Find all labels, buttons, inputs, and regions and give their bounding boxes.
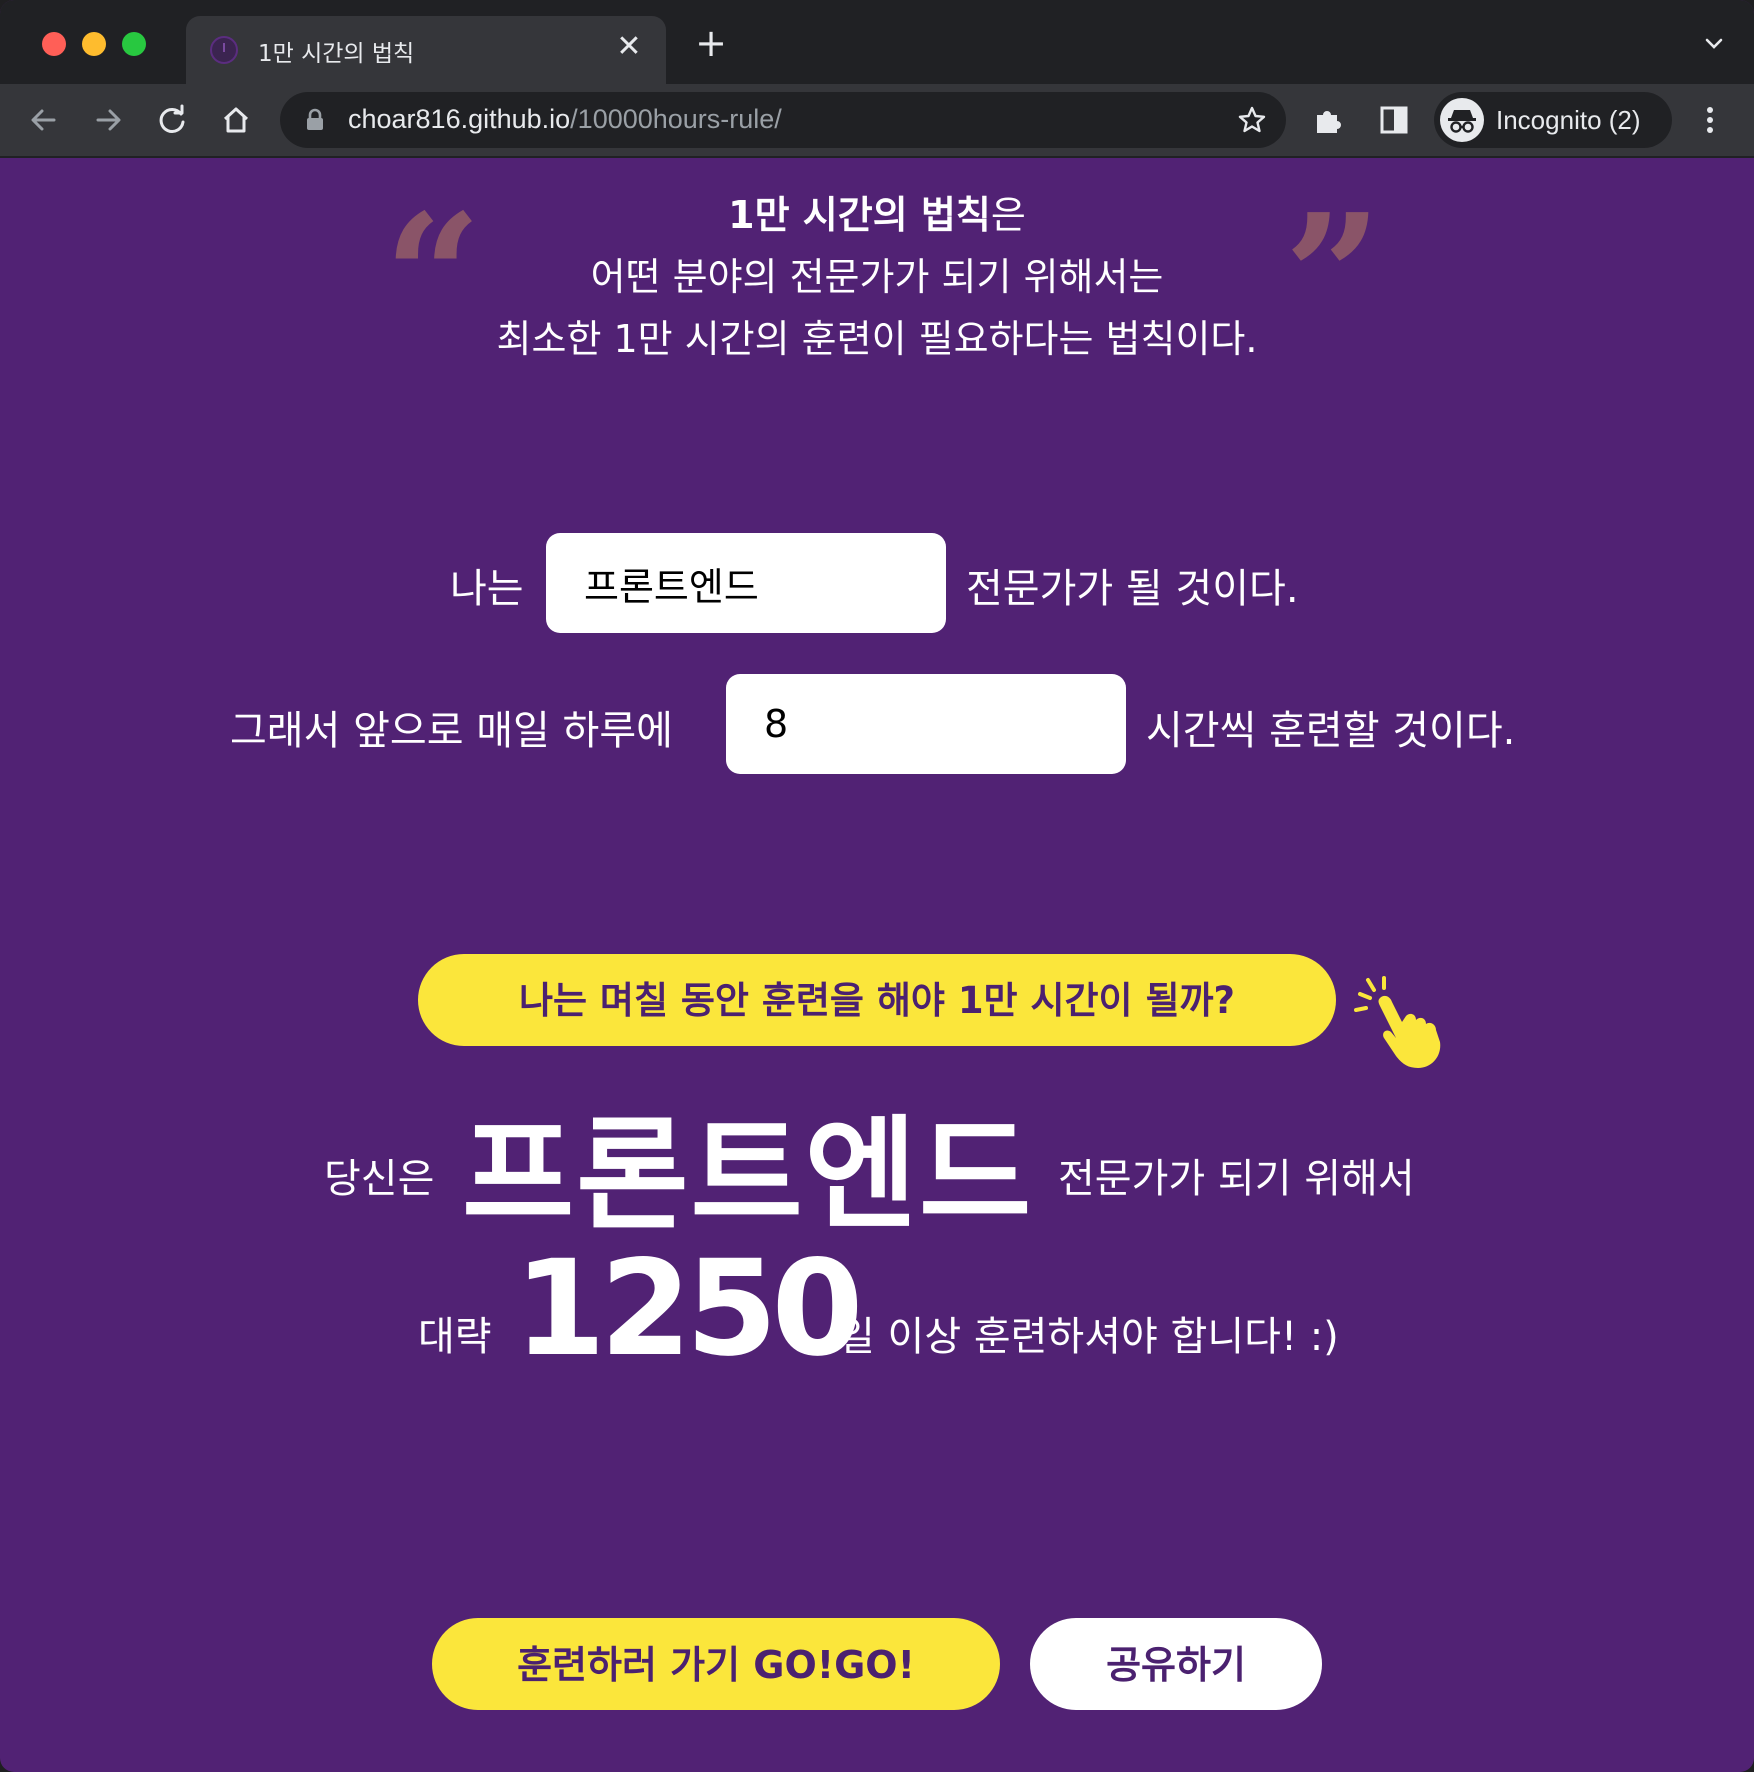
forward-arrow-icon[interactable] — [90, 102, 126, 138]
profile-button[interactable]: Incognito (2) — [1434, 92, 1672, 148]
share-button[interactable]: 공유하기 — [1030, 1618, 1322, 1710]
result-line-1: 당신은 프론트엔드 전문가가 되기 위해서 — [0, 1078, 1754, 1246]
pointing-hand-icon — [1354, 976, 1441, 1068]
close-window-button[interactable] — [42, 32, 66, 56]
intro-text: 1만 시간의 법칙은 어떤 분야의 전문가가 되기 위해서는 최소한 1만 시간… — [0, 184, 1754, 370]
time-input[interactable] — [726, 674, 1126, 774]
star-icon[interactable] — [1236, 104, 1268, 136]
back-arrow-icon[interactable] — [26, 102, 62, 138]
incognito-icon — [1440, 98, 1484, 142]
result-field: 프론트엔드 — [462, 1104, 1034, 1246]
time-suffix-label: 시간씩 훈련할 것이다. — [1146, 708, 1516, 754]
intro-title: 1만 시간의 법칙 — [728, 193, 991, 237]
time-prefix-label: 그래서 앞으로 매일 하루에 — [230, 708, 673, 754]
result-line-2: 대략 1250 일 이상 훈련하셔야 합니다! :) — [0, 1232, 1754, 1388]
field-input[interactable] — [546, 533, 946, 633]
browser-window: 1만 시간의 법칙 ✕ + choar816.github.io/10000ho… — [0, 0, 1754, 1772]
side-panel-icon[interactable] — [1378, 104, 1410, 136]
active-tab[interactable]: 1만 시간의 법칙 ✕ — [186, 16, 666, 84]
result-middle: 전문가가 되기 위해서 — [1058, 1156, 1415, 1202]
reload-icon[interactable] — [154, 102, 190, 138]
favicon-icon — [210, 36, 238, 64]
url-path: /10000hours-rule/ — [570, 104, 782, 134]
field-prefix-label: 나는 — [450, 566, 524, 612]
address-bar[interactable]: choar816.github.io/10000hours-rule/ — [280, 92, 1286, 148]
puzzle-extension-icon[interactable] — [1312, 104, 1344, 136]
result-suffix: 일 이상 훈련하셔야 합니다! :) — [838, 1314, 1339, 1360]
page-content: “ ” 1만 시간의 법칙은 어떤 분야의 전문가가 되기 위해서는 최소한 1… — [0, 158, 1754, 1772]
url-text[interactable]: choar816.github.io/10000hours-rule/ — [348, 104, 782, 135]
result-days: 1250 — [514, 1232, 863, 1386]
field-suffix-label: 전문가가 될 것이다. — [966, 566, 1299, 612]
tab-list-chevron-icon[interactable] — [1702, 32, 1726, 56]
tab-bar: 1만 시간의 법칙 ✕ + — [0, 0, 1754, 84]
calculate-button[interactable]: 나는 며칠 동안 훈련을 해야 1만 시간이 될까? — [418, 954, 1336, 1046]
browser-toolbar: choar816.github.io/10000hours-rule/ Inco… — [0, 84, 1754, 158]
tab-close-icon[interactable]: ✕ — [614, 32, 644, 62]
home-icon[interactable] — [218, 102, 254, 138]
intro-line-2: 어떤 분야의 전문가가 되기 위해서는 — [590, 255, 1164, 299]
intro-title-suffix: 은 — [990, 193, 1026, 237]
result-prefix: 당신은 — [324, 1156, 435, 1202]
incognito-label: Incognito (2) — [1496, 105, 1641, 135]
url-host: choar816.github.io — [348, 104, 571, 134]
kebab-menu-icon[interactable] — [1700, 104, 1720, 136]
minimize-window-button[interactable] — [82, 32, 106, 56]
lock-icon[interactable] — [304, 108, 326, 132]
intro-line-3: 최소한 1만 시간의 훈련이 필요하다는 법칙이다. — [496, 317, 1258, 361]
tab-title: 1만 시간의 법칙 — [258, 41, 415, 67]
maximize-window-button[interactable] — [122, 32, 146, 56]
go-training-button[interactable]: 훈련하러 가기 GO!GO! — [432, 1618, 1000, 1710]
result-approx: 대략 — [418, 1314, 492, 1360]
new-tab-button[interactable]: + — [694, 24, 728, 62]
